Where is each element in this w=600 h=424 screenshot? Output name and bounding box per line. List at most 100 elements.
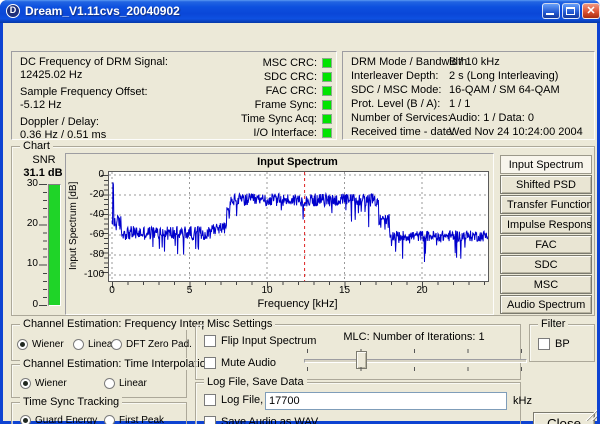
- log-frequency-input[interactable]: [265, 392, 507, 410]
- frame-sync-led: [322, 100, 332, 110]
- radio-icon: [104, 415, 115, 424]
- view-button-fac[interactable]: FAC: [500, 235, 592, 254]
- y-tick-label: -40: [76, 209, 104, 220]
- checkbox-bp-filter[interactable]: BP: [538, 338, 570, 350]
- app-icon: D: [6, 4, 20, 18]
- checkbox-icon: [204, 416, 216, 424]
- radio-freq-wiener[interactable]: Wiener: [17, 339, 64, 350]
- slider-track[interactable]: [304, 359, 527, 363]
- y-tick-label: 0: [76, 169, 104, 180]
- signal-info-panel: DC Frequency of DRM Signal:12425.02 Hz S…: [11, 51, 337, 140]
- x-tick-label: 15: [339, 285, 350, 296]
- view-button-sdc[interactable]: SDC: [500, 255, 592, 274]
- sdc-msc-mode-row: SDC / MSC Mode:16-QAM / SM 64-QAM: [351, 84, 441, 97]
- time-interp-group: Channel Estimation: Time Interpolation W…: [11, 364, 187, 398]
- sample-freq-offset-label: Sample Frequency Offset:: [20, 86, 168, 99]
- close-icon: ✕: [586, 5, 595, 17]
- slider-ticks-bottom: [307, 367, 523, 371]
- msc-crc-led: [322, 58, 332, 68]
- view-button-msc[interactable]: MSC: [500, 275, 592, 294]
- received-time-row: Received time - date:Wed Nov 24 10:24:00…: [351, 126, 455, 139]
- filter-group: Filter BP: [529, 324, 595, 362]
- minimize-button[interactable]: [542, 3, 560, 19]
- status-row-fac-crc: FAC CRC:: [241, 84, 332, 98]
- view-button-shifted-psd[interactable]: Shifted PSD: [500, 175, 592, 194]
- status-row-sdc-crc: SDC CRC:: [241, 70, 332, 84]
- sdc-crc-led: [322, 72, 332, 82]
- snr-meter-ruler-minor: [43, 184, 47, 306]
- client-area: DC Frequency of DRM Signal:12425.02 Hz S…: [3, 23, 597, 421]
- msc-crc-label: MSC CRC:: [263, 57, 317, 69]
- radio-icon: [17, 339, 28, 350]
- y-tick-label: -20: [76, 189, 104, 200]
- maximize-icon: [566, 7, 575, 15]
- y-axis-label: Input Spectrum [dB]: [67, 171, 80, 280]
- x-axis-label: Frequency [kHz]: [108, 298, 487, 310]
- meter-tick-0: 0: [16, 299, 38, 310]
- radio-icon: [20, 415, 31, 424]
- view-button-transfer-function[interactable]: Transfer Function: [500, 195, 592, 214]
- status-led-list: MSC CRC: SDC CRC: FAC CRC: Frame Sync: T…: [241, 56, 332, 140]
- radio-icon: [111, 339, 122, 350]
- plot-canvas: [108, 171, 489, 282]
- x-tick-label: 10: [261, 285, 272, 296]
- title-bar[interactable]: D Dream_V1.11cvs_20040902 ✕: [0, 0, 600, 23]
- mlc-iterations-label: MLC: Number of Iterations: 1: [304, 331, 524, 343]
- radio-guard-energy[interactable]: Guard Energy: [20, 415, 97, 424]
- checkbox-icon: [538, 338, 550, 350]
- time-sync-label: Time Sync Acq:: [241, 113, 317, 125]
- num-services-row: Number of Services:Audio: 1 / Data: 0: [351, 112, 451, 125]
- time-sync-led: [322, 114, 332, 124]
- chart-group-label: Chart: [20, 140, 53, 152]
- view-button-column: Input Spectrum Shifted PSD Transfer Func…: [500, 155, 592, 314]
- radio-first-peak[interactable]: First Peak: [104, 415, 164, 424]
- radio-freq-dft-zero-pad[interactable]: DFT Zero Pad.: [111, 339, 192, 350]
- radio-icon: [20, 378, 31, 389]
- snr-label: SNR: [22, 154, 66, 166]
- filter-title: Filter: [538, 318, 568, 330]
- log-file-group: Log File, Save Data Log File, Freq: kHz …: [195, 382, 521, 424]
- radio-icon: [73, 339, 84, 350]
- checkbox-icon: [204, 394, 216, 406]
- mode-info-panel: DRM Mode / Bandwidth:B / 10 kHz Interlea…: [342, 51, 595, 140]
- status-row-io-interface: I/O Interface:: [241, 126, 332, 140]
- view-button-audio-spectrum[interactable]: Audio Spectrum: [500, 295, 592, 314]
- radio-time-linear[interactable]: Linear: [104, 378, 147, 389]
- y-tick-label: -100: [76, 269, 104, 280]
- log-file-title: Log File, Save Data: [204, 376, 307, 388]
- checkbox-mute-audio[interactable]: Mute Audio: [204, 357, 276, 369]
- app-window: D Dream_V1.11cvs_20040902 ✕ DC Frequency…: [0, 0, 600, 424]
- maximize-button[interactable]: [562, 3, 580, 19]
- close-button[interactable]: Close: [533, 412, 595, 424]
- signal-info-block: DC Frequency of DRM Signal:12425.02 Hz S…: [20, 56, 168, 146]
- plot-title: Input Spectrum: [108, 156, 487, 168]
- mlc-iterations-slider[interactable]: [307, 349, 523, 373]
- radio-freq-linear[interactable]: Linear: [73, 339, 116, 350]
- freq-interp-group: Channel Estimation: Frequency Interpolat…: [11, 324, 187, 361]
- x-tick-label: 5: [187, 285, 193, 296]
- x-tick-label: 20: [416, 285, 427, 296]
- misc-settings-title: Misc Settings: [204, 318, 275, 330]
- minimize-icon: [546, 13, 554, 15]
- radio-icon: [104, 378, 115, 389]
- io-interface-led: [322, 128, 332, 138]
- snr-meter-bar: [48, 184, 61, 306]
- checkbox-flip-input-spectrum[interactable]: Flip Input Spectrum: [204, 335, 316, 347]
- prot-level-row: Prot. Level (B / A):1 / 1: [351, 98, 440, 111]
- io-interface-label: I/O Interface:: [253, 127, 317, 139]
- radio-time-wiener[interactable]: Wiener: [20, 378, 67, 389]
- close-window-button[interactable]: ✕: [582, 3, 600, 19]
- time-sync-title: Time Sync Tracking: [20, 396, 122, 408]
- meter-tick-10: 10: [16, 258, 38, 269]
- dc-frequency-value: 12425.02 Hz: [20, 69, 168, 82]
- time-interp-title: Channel Estimation: Time Interpolation: [20, 358, 215, 370]
- x-axis-ruler-minor: [112, 282, 485, 285]
- view-button-input-spectrum[interactable]: Input Spectrum: [500, 155, 592, 174]
- meter-tick-20: 20: [16, 218, 38, 229]
- fac-crc-label: FAC CRC:: [266, 85, 317, 97]
- view-button-impulse-response[interactable]: Impulse Response: [500, 215, 592, 234]
- y-tick-label: -60: [76, 229, 104, 240]
- checkbox-save-audio-wav[interactable]: Save Audio as WAV: [204, 416, 318, 424]
- spectrum-plot: Input Spectrum Input Spectrum [dB] Frequ…: [65, 153, 494, 315]
- time-sync-group: Time Sync Tracking Guard Energy First Pe…: [11, 402, 187, 424]
